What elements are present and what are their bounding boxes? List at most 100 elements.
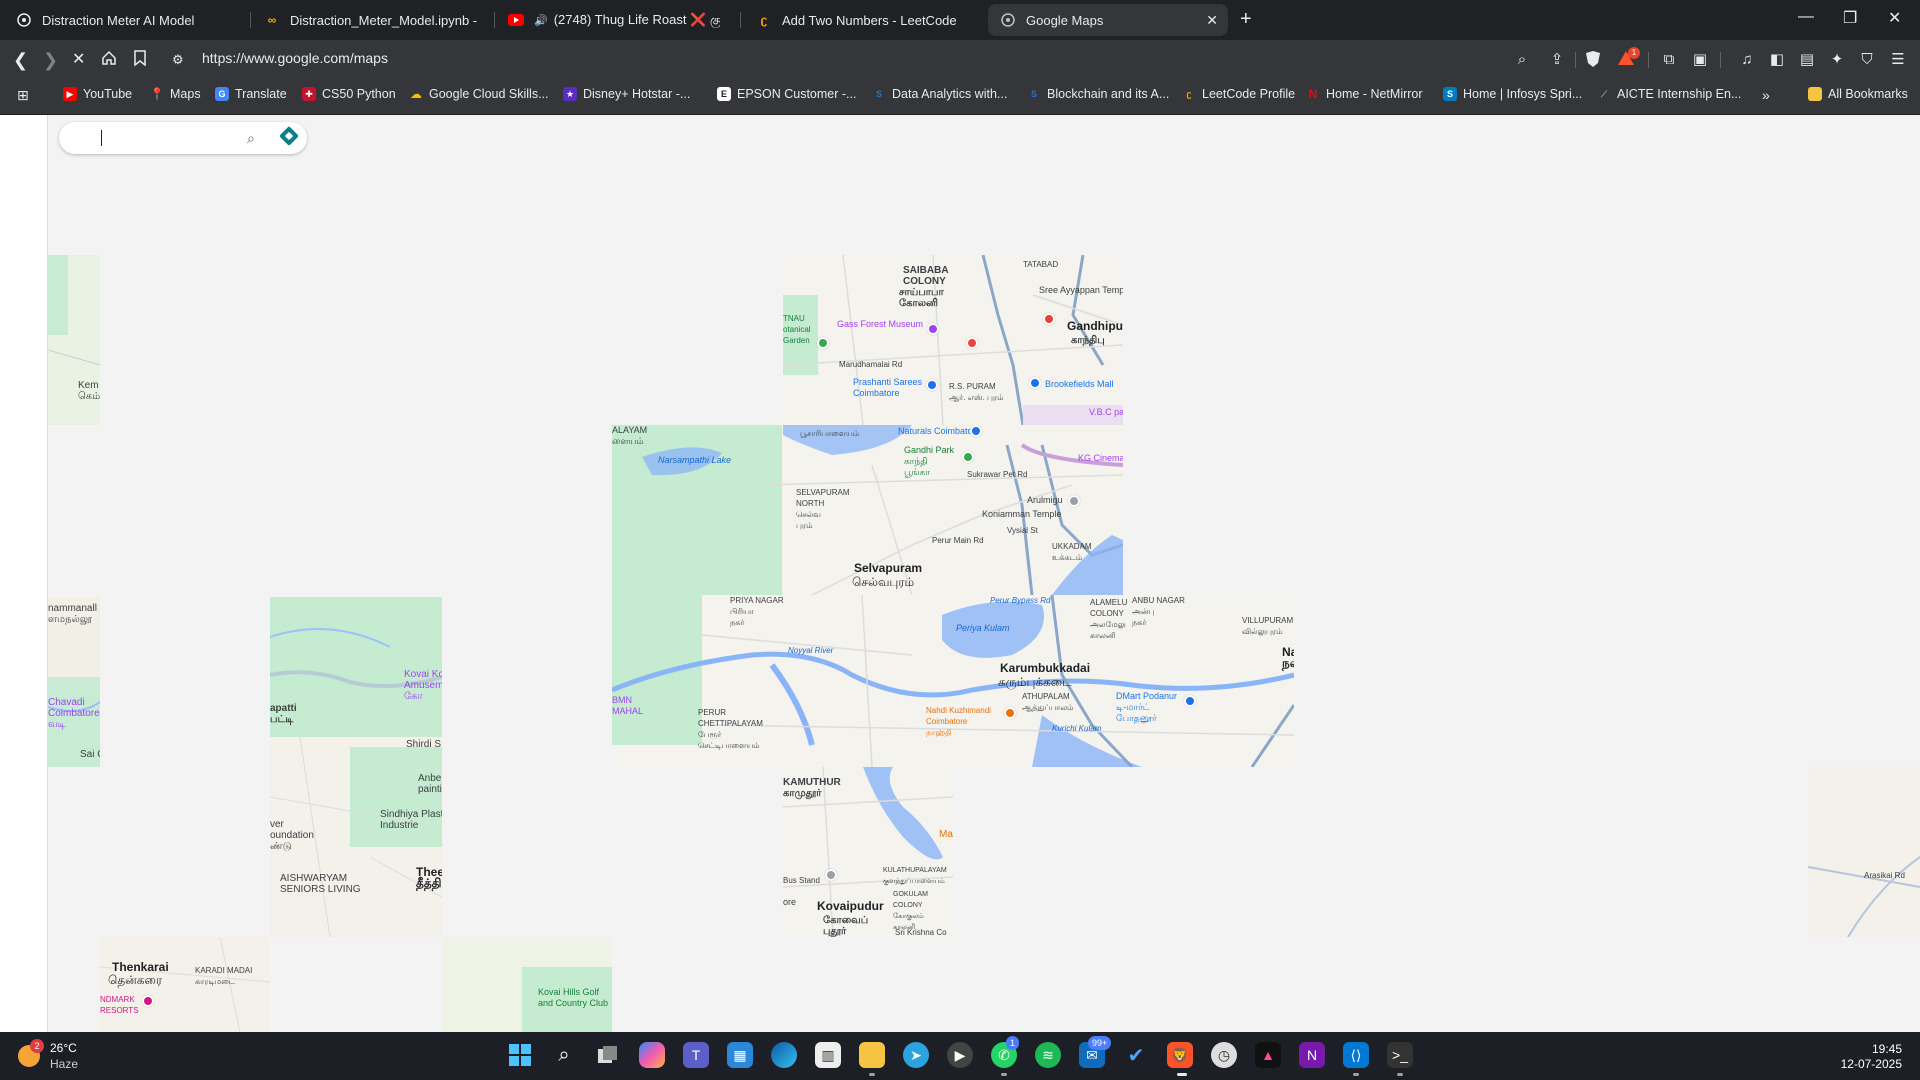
map-label: Selvapuram: [854, 561, 923, 575]
museum-pin-icon[interactable]: [927, 323, 939, 335]
tab-google-maps[interactable]: Google Maps ✕: [988, 4, 1228, 36]
running-indicator: [1177, 1073, 1187, 1076]
map-label: Naநல்: [1282, 645, 1294, 670]
bookmark-label: AICTE Internship En...: [1617, 87, 1742, 101]
resort-pin-icon[interactable]: [142, 995, 154, 1007]
red-pin-icon[interactable]: [966, 337, 978, 349]
bookmark-infosys[interactable]: S Home | Infosys Spri...: [1443, 87, 1582, 101]
vpn-icon[interactable]: ⛉: [1857, 50, 1877, 70]
mall-pin-icon[interactable]: [1029, 377, 1041, 389]
url-input[interactable]: https://www.google.com/maps: [202, 50, 388, 66]
bookmark-hotstar[interactable]: ★ Disney+ Hotstar -...: [563, 87, 690, 101]
all-bookmarks-folder[interactable]: All Bookmarks: [1808, 87, 1908, 101]
tab-title: Distraction_Meter_Model.ipynb - Col: [290, 12, 478, 28]
edge-icon[interactable]: [771, 1042, 797, 1068]
teams-icon[interactable]: T: [683, 1042, 709, 1068]
bookmark-aicte[interactable]: ⟋ AICTE Internship En...: [1597, 87, 1742, 101]
shop-pin-icon[interactable]: [926, 379, 938, 391]
brave-shields-icon[interactable]: [1583, 50, 1603, 70]
park-pin-icon[interactable]: [962, 451, 974, 463]
copilot-icon[interactable]: [639, 1042, 665, 1068]
bookmark-label: Home | Infosys Spri...: [1463, 87, 1583, 101]
vscode-icon[interactable]: ⟨⟩: [1343, 1042, 1369, 1068]
terminal-icon[interactable]: >_: [1387, 1042, 1413, 1068]
search-icon[interactable]: ⌕: [551, 1042, 577, 1068]
task-view-icon[interactable]: [595, 1042, 621, 1068]
menu-icon[interactable]: ☰: [1888, 50, 1908, 70]
whatsapp-badge: 1: [1006, 1036, 1020, 1050]
brave-icon[interactable]: 🦁: [1167, 1042, 1193, 1068]
speaker-icon[interactable]: 🔊: [534, 14, 548, 27]
todo-icon[interactable]: ✔: [1123, 1042, 1149, 1068]
search-input[interactable]: [75, 126, 255, 150]
tab-leetcode[interactable]: ʗ Add Two Numbers - LeetCode: [744, 4, 984, 36]
site-info-icon[interactable]: ⚙: [172, 50, 184, 70]
hospital-pin-icon[interactable]: [1043, 313, 1055, 325]
bookmark-maps[interactable]: 📍 Maps: [150, 87, 201, 101]
bookmark-data-analytics[interactable]: S Data Analytics with...: [872, 87, 1007, 101]
ms-store-icon[interactable]: ▥: [815, 1042, 841, 1068]
map-label: BMN MAHAL: [612, 695, 644, 716]
close-tab-icon[interactable]: ✕: [1206, 12, 1218, 29]
onenote-icon[interactable]: N: [1299, 1042, 1325, 1068]
bookmark-epson[interactable]: E EPSON Customer -...: [717, 87, 856, 101]
garden-pin-icon[interactable]: [817, 337, 829, 349]
temple-pin-icon[interactable]: [1068, 495, 1080, 507]
bookmark-netmirror[interactable]: N Home - NetMirror: [1306, 87, 1423, 101]
extensions-icon[interactable]: ⧉: [1659, 50, 1679, 70]
tab-youtube[interactable]: 🔊 (2748) Thug Life Roast ❌ குமுற: [496, 4, 732, 36]
minimize-icon[interactable]: —: [1798, 8, 1814, 26]
bookmark-blockchain[interactable]: S Blockchain and its A...: [1027, 87, 1169, 101]
file-explorer-icon[interactable]: [859, 1042, 885, 1068]
map-label: Kovai Hills Golf and Country Club: [538, 987, 609, 1008]
back-icon[interactable]: ❮: [13, 50, 28, 70]
media-player-icon[interactable]: ▶: [947, 1042, 973, 1068]
tab-colab[interactable]: ∞ Distraction_Meter_Model.ipynb - Col: [252, 4, 490, 36]
bookmark-youtube[interactable]: ▶ YouTube: [63, 87, 132, 101]
weather-condition[interactable]: Haze: [50, 1057, 78, 1071]
more-bookmarks-icon[interactable]: »: [1762, 87, 1770, 103]
map-label: Noyyal River: [788, 646, 834, 655]
bookmark-label: YouTube: [83, 87, 133, 101]
share-icon[interactable]: ⇪: [1547, 50, 1567, 70]
shop-pin-icon[interactable]: [970, 425, 982, 437]
home-icon[interactable]: [101, 50, 117, 70]
tab-separator: [494, 12, 495, 28]
bookmark-google-cloud[interactable]: ☁ Google Cloud Skills...: [409, 87, 549, 101]
search-icon[interactable]: ⌕: [247, 130, 255, 147]
new-tab-button[interactable]: +: [1240, 8, 1252, 30]
leo-ai-icon[interactable]: ✦: [1827, 50, 1847, 70]
tab-search-icon[interactable]: ▣: [1690, 50, 1710, 70]
sidebar-icon[interactable]: ◧: [1767, 50, 1787, 70]
restore-icon[interactable]: ❐: [1843, 8, 1857, 28]
telegram-icon[interactable]: ➤: [903, 1042, 929, 1068]
bookmark-translate[interactable]: G Translate: [215, 87, 287, 101]
shop-pin-icon[interactable]: [1184, 695, 1196, 707]
affinity-icon[interactable]: ▲: [1255, 1042, 1281, 1068]
map-canvas[interactable]: Kem கெம் nammanall ளமநல்லூ Chavadi Coimbato…: [0, 115, 1920, 1032]
windows-start-icon[interactable]: [507, 1042, 533, 1068]
system-clock[interactable]: 19:45 12-07-2025: [1841, 1042, 1902, 1072]
wallet-icon[interactable]: ▤: [1797, 50, 1817, 70]
map-label: SAIBABA COLONY: [903, 265, 949, 287]
map-label: KG Cinema: [1078, 453, 1123, 463]
bookmark-cs50[interactable]: ✚ CS50 Python: [302, 87, 396, 101]
forward-icon[interactable]: ❯: [43, 50, 58, 70]
bookmark-leetcode[interactable]: ʗ LeetCode Profile: [1182, 87, 1295, 101]
map-label: TATABAD: [1023, 260, 1059, 269]
spotify-icon[interactable]: ≋: [1035, 1042, 1061, 1068]
close-window-icon[interactable]: ✕: [1888, 8, 1901, 28]
widgets-icon[interactable]: ▦: [727, 1042, 753, 1068]
stop-loading-icon[interactable]: ✕: [72, 50, 85, 70]
running-indicator: [1397, 1073, 1403, 1076]
restaurant-pin-icon[interactable]: [1004, 707, 1016, 719]
clock-app-icon[interactable]: ◷: [1211, 1042, 1237, 1068]
tab-distraction-meter[interactable]: Distraction Meter AI Model: [4, 4, 244, 36]
zoom-icon[interactable]: ⌕: [1512, 50, 1532, 70]
temperature[interactable]: 26°C: [50, 1041, 77, 1055]
bookmark-icon[interactable]: [133, 50, 147, 70]
media-icon[interactable]: ♫: [1737, 50, 1757, 70]
apps-grid-icon[interactable]: ⊞: [17, 87, 29, 104]
map-search-box[interactable]: [59, 122, 307, 154]
bus-stand-pin-icon[interactable]: [825, 869, 837, 881]
